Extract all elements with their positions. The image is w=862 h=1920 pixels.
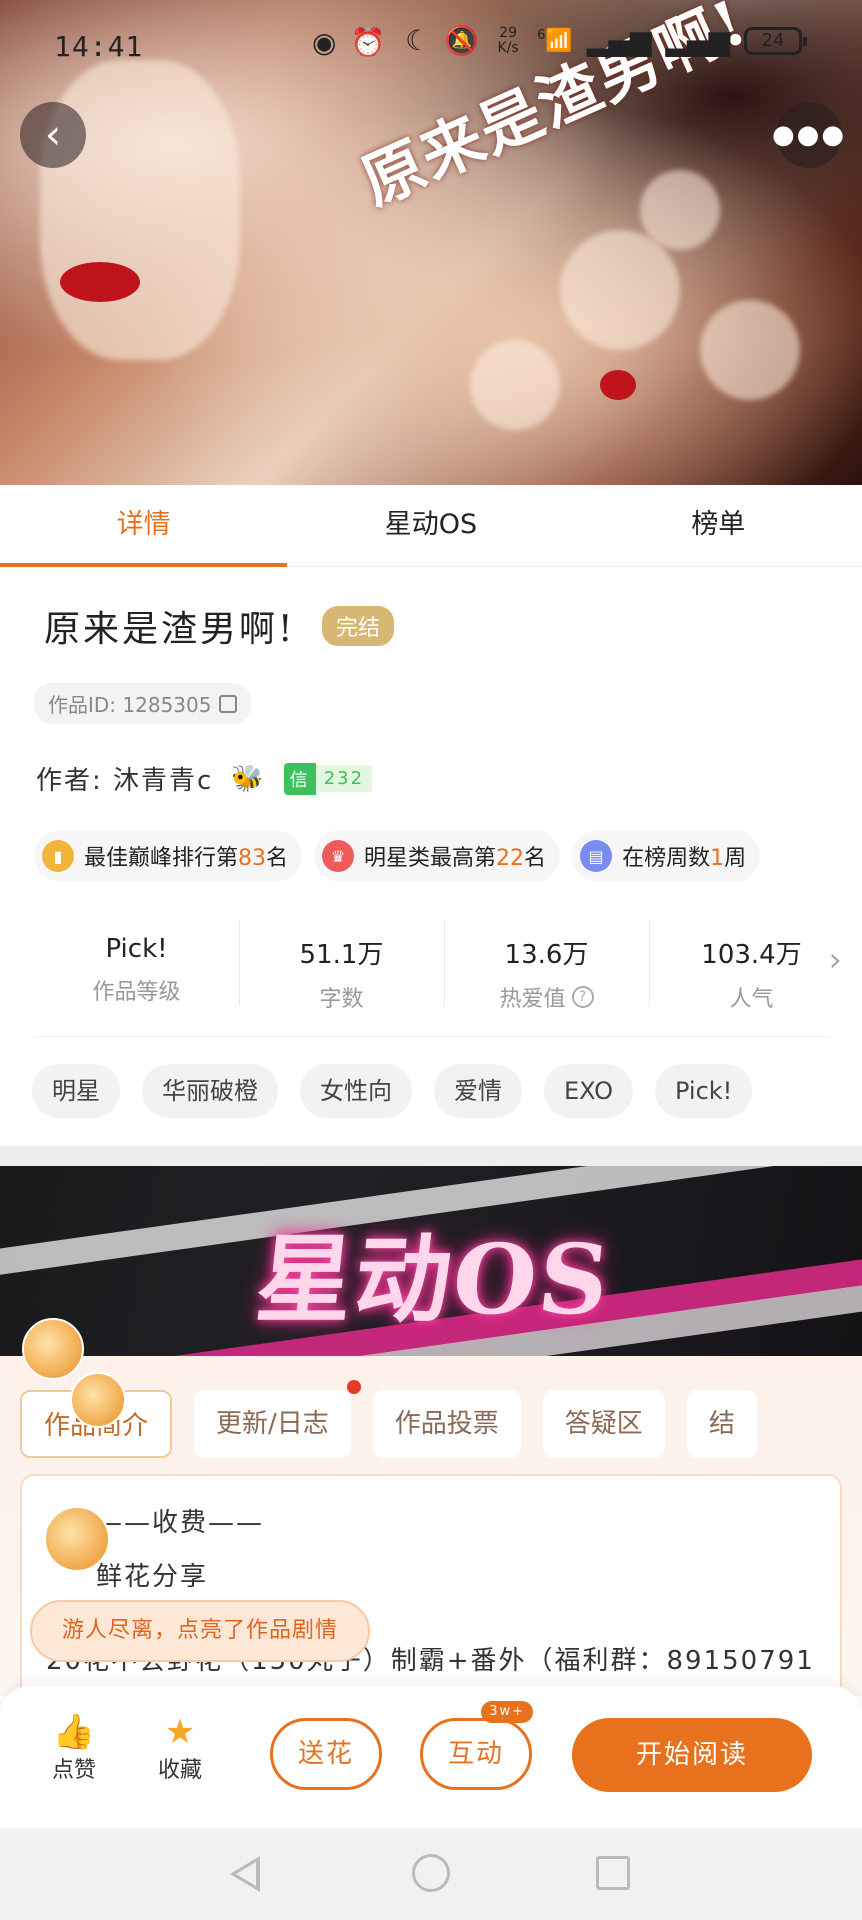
xin-badge-value: 232	[315, 765, 373, 792]
xin-badge: 信 232	[283, 762, 373, 795]
notification-dot	[346, 1380, 361, 1394]
start-reading-button[interactable]: 开始阅读	[572, 1718, 812, 1792]
divider	[34, 1036, 830, 1037]
rank-row: ▮ 最佳巅峰排行第83名 ♛ 明星类最高第22名 ▤ 在榜周数1周	[34, 830, 761, 882]
detail-tabs: 详情 星动OS 榜单	[0, 485, 862, 567]
stats-row[interactable]: Pick! 作品等级 51.1万 字数 13.6万 热爱值? 103.4万 人气	[34, 920, 854, 1040]
stat-words-value: 51.1万	[299, 940, 384, 970]
tag-item[interactable]: Pick!	[654, 1064, 753, 1118]
status-time: 14:41	[54, 30, 144, 63]
tab-ranking[interactable]: 榜单	[575, 485, 862, 566]
system-nav-bar	[0, 1828, 862, 1920]
stat-love-label: 热爱值	[499, 987, 566, 1012]
os-tab-vote[interactable]: 作品投票	[372, 1390, 521, 1458]
star-icon: ★	[164, 1712, 196, 1752]
mute-icon: 🔕	[444, 24, 480, 57]
rank-weeks[interactable]: ▤ 在榜周数1周	[572, 830, 761, 882]
interact-label: 互动	[447, 1739, 504, 1769]
section-separator	[0, 1146, 862, 1166]
signal-icon-2: ▂▄▆	[665, 24, 730, 57]
os-tab-more[interactable]: 结	[686, 1390, 757, 1458]
banner-logo: 星动OS	[251, 1223, 617, 1336]
stat-level-value: Pick!	[105, 934, 168, 964]
rank-star-category[interactable]: ♛ 明星类最高第22名	[314, 830, 561, 882]
more-button[interactable]: ●●●	[772, 102, 844, 168]
stat-level-label: 作品等级	[92, 980, 181, 1005]
book-title: 原来是渣男啊!	[44, 609, 296, 650]
os-tab-qa[interactable]: 答疑区	[542, 1390, 665, 1458]
os-tabs: 作品简介 更新/日志 作品投票 答疑区 结	[20, 1380, 757, 1458]
interact-button[interactable]: 互动 3w+	[420, 1701, 533, 1790]
stat-popularity-label: 人气	[729, 987, 774, 1012]
stat-level: Pick! 作品等级	[34, 920, 239, 1040]
copy-icon[interactable]	[219, 694, 238, 713]
cover-image: 原来是渣男啊! 14:41 ◉ ⏰ ☾ 🔕 29 K/s 6📶 ▂▄▆ ▂▄▆ 2…	[0, 0, 862, 485]
trophy-icon: ♛	[322, 840, 355, 872]
stat-popularity-value: 103.4万	[701, 940, 802, 970]
moon-icon: ☾	[405, 24, 431, 57]
calendar-icon: ▤	[580, 840, 613, 872]
nav-back-icon[interactable]	[230, 1856, 260, 1892]
back-button[interactable]: ‹	[20, 102, 86, 168]
tag-item[interactable]: 爱情	[434, 1064, 522, 1118]
help-icon[interactable]: ?	[571, 986, 594, 1008]
like-button[interactable]: 👍 点赞	[34, 1712, 114, 1784]
chevron-left-icon: ‹	[45, 112, 61, 158]
tab-details[interactable]: 详情	[0, 485, 288, 567]
author-row[interactable]: 作者: 沐青青c 🐝 信 232	[36, 760, 373, 797]
nav-recent-icon[interactable]	[596, 1856, 630, 1890]
chevron-right-icon[interactable]: ›	[828, 940, 842, 980]
bottom-action-bar: 👍 点赞 ★ 收藏 送花 互动 3w+ 开始阅读	[0, 1686, 862, 1828]
os-content-line: 鲜花分享	[96, 1562, 209, 1592]
mascot-icon	[44, 1506, 110, 1572]
star-os-banner[interactable]: 星动OS	[0, 1166, 862, 1356]
interact-count-badge: 3w+	[481, 1701, 533, 1723]
stat-popularity: 103.4万 人气	[649, 920, 854, 1040]
xin-badge-key: 信	[283, 762, 316, 795]
tag-item[interactable]: 女性向	[300, 1064, 412, 1118]
battery-icon: 24	[744, 26, 807, 55]
rank-peak[interactable]: ▮ 最佳巅峰排行第83名	[34, 830, 303, 882]
net-speed: 29 K/s	[497, 24, 519, 56]
signal-icon: ▂▄▆	[586, 24, 652, 57]
more-dots-icon: ●●●	[771, 120, 847, 150]
tag-list: 明星 华丽破橙 女性向 爱情 EXO Pick!	[32, 1064, 753, 1118]
os-content-line: ——收费——	[96, 1508, 265, 1538]
thumbs-up-icon: 👍	[52, 1712, 96, 1752]
stat-love: 13.6万 热爱值?	[444, 920, 649, 1040]
nav-home-icon[interactable]	[412, 1854, 450, 1892]
send-flower-button[interactable]: 送花	[270, 1718, 382, 1790]
alarm-icon: ⏰	[350, 26, 386, 59]
bee-icon: 🐝	[231, 763, 266, 794]
status-badge: 完结	[322, 606, 395, 646]
tab-star-os[interactable]: 星动OS	[287, 485, 574, 566]
eye-icon: ◉	[312, 26, 337, 59]
tag-item[interactable]: 华丽破橙	[142, 1064, 278, 1118]
like-label: 点赞	[51, 1758, 96, 1783]
stat-love-value: 13.6万	[504, 940, 589, 970]
work-id[interactable]: 作品ID: 1285305	[34, 683, 252, 724]
mascot-icon	[70, 1372, 126, 1428]
status-bar: 14:41 ◉ ⏰ ☾ 🔕 29 K/s 6📶 ▂▄▆ ▂▄▆ 24	[0, 0, 862, 90]
os-tab-updates[interactable]: 更新/日志	[194, 1380, 361, 1458]
work-id-text: 作品ID: 1285305	[48, 693, 212, 717]
tag-item[interactable]: EXO	[544, 1064, 633, 1118]
toast-message: 游人尽离，点亮了作品剧情	[30, 1600, 371, 1662]
favorite-button[interactable]: ★ 收藏	[140, 1712, 220, 1784]
wifi-icon: 6📶	[537, 27, 573, 54]
stat-words: 51.1万 字数	[239, 920, 444, 1040]
bar-chart-icon: ▮	[42, 840, 74, 872]
author-name: 作者: 沐青青c	[36, 766, 214, 796]
mascot-icon	[22, 1318, 84, 1380]
tag-item[interactable]: 明星	[32, 1064, 120, 1118]
favorite-label: 收藏	[157, 1758, 202, 1783]
stat-words-label: 字数	[319, 987, 364, 1012]
